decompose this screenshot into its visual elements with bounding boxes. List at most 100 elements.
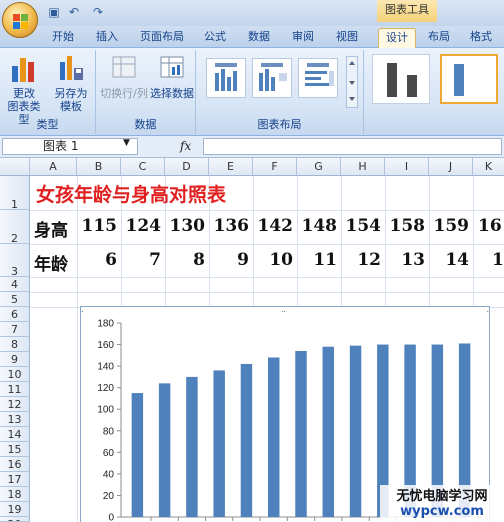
age-cell[interactable]: 8 — [165, 250, 205, 270]
chart-bar[interactable] — [349, 345, 362, 517]
row-header-15[interactable]: 15 — [0, 442, 30, 457]
group-label-chart-layout: 图表布局 — [257, 118, 302, 131]
column-header-d[interactable]: D — [165, 158, 209, 176]
height-cell[interactable]: 142 — [253, 216, 294, 236]
tab-data[interactable]: 数据 — [240, 28, 278, 48]
tab-formulas[interactable]: 公式 — [196, 28, 234, 48]
age-cell[interactable]: 10 — [253, 250, 293, 270]
height-cell[interactable]: 154 — [341, 216, 382, 236]
name-box[interactable]: 图表 1 — [2, 138, 138, 155]
sheet-title-cell[interactable]: 女孩年龄与身高对照表 — [36, 180, 226, 207]
chart-bar[interactable] — [158, 383, 171, 517]
save-as-template-button[interactable]: 另存为 模板 — [50, 54, 92, 113]
title-bar: ▣ ↶ ↷ 图表工具 — [0, 0, 504, 26]
tab-design[interactable]: 设计 — [378, 28, 416, 48]
tab-format[interactable]: 格式 — [462, 28, 500, 48]
chart-style-option-2[interactable] — [440, 54, 498, 104]
row-header-19[interactable]: 19 — [0, 502, 30, 517]
y-tick-label: 0 — [108, 513, 114, 522]
height-cell[interactable]: 124 — [121, 216, 162, 236]
age-cell[interactable]: 6 — [77, 250, 117, 270]
fx-icon[interactable]: fx — [180, 139, 191, 153]
watermark: 无忧电脑学习网 wypcw.com — [380, 485, 504, 522]
age-cell[interactable]: 14 — [429, 250, 469, 270]
height-label-cell[interactable]: 身高 — [34, 216, 68, 241]
height-cell[interactable]: 130 — [165, 216, 206, 236]
layout-gallery-scroll[interactable] — [346, 56, 358, 108]
chevron-down-icon[interactable]: ▼ — [123, 138, 130, 148]
row-header-4[interactable]: 4 — [0, 277, 30, 292]
column-header-e[interactable]: E — [209, 158, 253, 176]
chart-bar[interactable] — [295, 351, 307, 517]
tab-page-layout[interactable]: 页面布局 — [134, 28, 190, 48]
row-header-18[interactable]: 18 — [0, 487, 30, 502]
undo-icon[interactable]: ↶ — [66, 5, 82, 21]
chart-style-option-1[interactable] — [372, 54, 430, 104]
age-cell[interactable]: 12 — [341, 250, 381, 270]
select-all-corner[interactable] — [0, 158, 30, 176]
column-header-a[interactable]: A — [30, 158, 77, 176]
age-cell[interactable]: 11 — [297, 250, 337, 270]
row-header-17[interactable]: 17 — [0, 472, 30, 487]
column-header-f[interactable]: F — [253, 158, 297, 176]
column-header-b[interactable]: B — [77, 158, 121, 176]
column-header-i[interactable]: I — [385, 158, 429, 176]
age-cell[interactable]: 13 — [385, 250, 425, 270]
row-header-11[interactable]: 11 — [0, 382, 30, 397]
row-header-14[interactable]: 14 — [0, 427, 30, 442]
row-header-3[interactable]: 3 — [0, 244, 30, 278]
worksheet-grid[interactable]: A B C D E F G H I J K 1 2 3 4 5 6 7 8 9 … — [0, 158, 504, 522]
office-button[interactable] — [2, 2, 38, 38]
row-header-20[interactable]: 20 — [0, 517, 30, 522]
switch-row-column-button[interactable]: 切换行/列 — [98, 54, 150, 100]
column-header-k[interactable]: K — [473, 158, 504, 176]
row-header-5[interactable]: 5 — [0, 292, 30, 307]
chart-bar[interactable] — [322, 346, 334, 517]
tab-view[interactable]: 视图 — [328, 28, 366, 48]
height-cell[interactable]: 16 — [478, 216, 504, 236]
formula-input[interactable] — [203, 138, 502, 155]
row-header-7[interactable]: 7 — [0, 322, 30, 337]
age-cell[interactable]: 7 — [121, 250, 161, 270]
height-cell[interactable]: 115 — [77, 216, 118, 236]
row-header-1[interactable]: 1 — [0, 176, 30, 211]
height-cell[interactable]: 158 — [385, 216, 426, 236]
row-header-13[interactable]: 13 — [0, 412, 30, 427]
row-header-12[interactable]: 12 — [0, 397, 30, 412]
y-tick-label: 180 — [97, 319, 114, 330]
redo-icon[interactable]: ↷ — [90, 5, 106, 21]
select-data-icon — [160, 56, 184, 78]
chart-bar[interactable] — [240, 363, 253, 517]
row-header-16[interactable]: 16 — [0, 457, 30, 472]
chart-bar[interactable] — [186, 376, 198, 517]
tab-layout[interactable]: 布局 — [420, 28, 458, 48]
age-cell[interactable]: 9 — [209, 250, 249, 270]
chart-layout-option-2[interactable] — [252, 58, 292, 98]
column-header-h[interactable]: H — [341, 158, 385, 176]
y-tick-label: 80 — [103, 426, 115, 437]
row-header-6[interactable]: 6 — [0, 307, 30, 322]
row-header-2[interactable]: 2 — [0, 210, 30, 245]
age-cell[interactable]: 1 — [492, 250, 504, 270]
tab-insert[interactable]: 插入 — [88, 28, 126, 48]
row-header-10[interactable]: 10 — [0, 367, 30, 382]
column-header-c[interactable]: C — [121, 158, 165, 176]
tab-review[interactable]: 审阅 — [284, 28, 322, 48]
row-header-9[interactable]: 9 — [0, 352, 30, 367]
chart-bar[interactable] — [213, 370, 225, 517]
save-template-icon — [60, 56, 83, 80]
height-cell[interactable]: 159 — [429, 216, 470, 236]
height-cell[interactable]: 136 — [209, 216, 250, 236]
tab-home[interactable]: 开始 — [44, 28, 82, 48]
chart-layout-option-1[interactable] — [206, 58, 246, 98]
chart-layout-option-3[interactable] — [298, 58, 338, 98]
column-header-j[interactable]: J — [429, 158, 473, 176]
chart-bar[interactable] — [131, 393, 144, 517]
row-header-8[interactable]: 8 — [0, 337, 30, 352]
save-icon[interactable]: ▣ — [46, 5, 62, 21]
height-cell[interactable]: 148 — [297, 216, 338, 236]
select-data-button[interactable]: 选择数据 — [150, 54, 194, 100]
chart-bar[interactable] — [268, 357, 280, 517]
age-label-cell[interactable]: 年龄 — [34, 250, 68, 275]
column-header-g[interactable]: G — [297, 158, 341, 176]
